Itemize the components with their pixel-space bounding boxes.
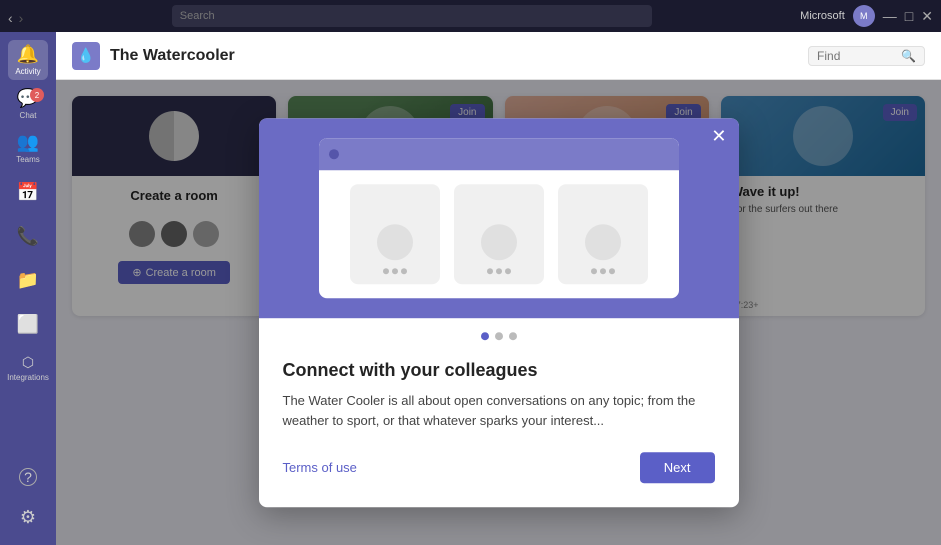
- sidebar-item-calls[interactable]: 📞: [8, 216, 48, 256]
- mini-card-circle-1: [377, 224, 413, 260]
- close-button[interactable]: ✕: [921, 8, 933, 25]
- channel-header: 💧 The Watercooler 🔍: [56, 32, 941, 80]
- modal-body: Connect with your colleagues The Water C…: [259, 350, 739, 508]
- find-input[interactable]: [817, 49, 897, 63]
- help-icon: ?: [19, 468, 37, 486]
- apps-icon: ⬜: [17, 314, 39, 335]
- title-bar: ‹ › Microsoft M — □ ✕: [0, 0, 941, 32]
- mini-card-dots-1: [383, 268, 407, 274]
- modal-mini-card-1: [350, 184, 440, 284]
- chat-label: Chat: [20, 111, 37, 120]
- pagination-dot-1: [481, 332, 489, 340]
- pagination-dots: [259, 318, 739, 350]
- search-icon: 🔍: [901, 49, 916, 63]
- activity-label: Activity: [15, 67, 40, 76]
- window-controls: ‹ ›: [8, 10, 23, 22]
- sidebar-item-calendar[interactable]: 📅: [8, 172, 48, 212]
- mini-card-dots-2: [487, 268, 511, 274]
- pagination-dot-3: [509, 332, 517, 340]
- integrations-icon: ⬡: [22, 354, 34, 371]
- sidebar: 🔔 Activity 💬 2 Chat 👥 Teams 📅 📞 📁 ⬜ ⬡ In…: [0, 32, 56, 545]
- mini-card-circle-2: [481, 224, 517, 260]
- modal-footer: Terms of use Next: [283, 452, 715, 483]
- sidebar-item-settings[interactable]: ⚙: [8, 497, 48, 537]
- teams-icon: 👥: [17, 132, 39, 153]
- channel-header-right: 🔍: [808, 46, 925, 66]
- calls-icon: 📞: [17, 226, 39, 247]
- integrations-label: Integrations: [7, 373, 49, 382]
- files-icon: 📁: [17, 270, 39, 291]
- sidebar-bottom: ? ⚙: [8, 457, 48, 537]
- main-content: 💧 The Watercooler 🔍 Create a room: [56, 32, 941, 545]
- channel-icon: 💧: [72, 42, 100, 70]
- next-button[interactable]: Next: [640, 452, 715, 483]
- mini-card-dots-3: [591, 268, 615, 274]
- back-button[interactable]: ‹: [8, 10, 13, 22]
- maximize-button[interactable]: □: [905, 8, 913, 24]
- channel-title: The Watercooler: [110, 47, 235, 65]
- sidebar-item-integrations[interactable]: ⬡ Integrations: [8, 348, 48, 388]
- modal-mini-card-2: [454, 184, 544, 284]
- minimize-button[interactable]: —: [883, 8, 897, 24]
- activity-icon: 🔔: [17, 44, 39, 65]
- title-bar-right: Microsoft M — □ ✕: [800, 5, 933, 27]
- app-container: 🔔 Activity 💬 2 Chat 👥 Teams 📅 📞 📁 ⬜ ⬡ In…: [0, 32, 941, 545]
- find-bar[interactable]: 🔍: [808, 46, 925, 66]
- teams-label: Teams: [16, 155, 40, 164]
- modal-dialog: ✕: [259, 118, 739, 508]
- calendar-icon: 📅: [17, 182, 39, 203]
- modal-close-button[interactable]: ✕: [711, 126, 726, 147]
- sidebar-item-teams[interactable]: 👥 Teams: [8, 128, 48, 168]
- sidebar-item-apps[interactable]: ⬜: [8, 304, 48, 344]
- chat-badge: 2: [30, 88, 44, 102]
- modal-mini-card-3: [558, 184, 648, 284]
- modal-illustration: ✕: [259, 118, 739, 318]
- cards-area: Create a room ⊕ Create a room: [56, 80, 941, 545]
- window-dot: [329, 149, 339, 159]
- pagination-dot-2: [495, 332, 503, 340]
- sidebar-item-help[interactable]: ?: [8, 457, 48, 497]
- title-bar-left: ‹ ›: [8, 10, 23, 22]
- forward-button[interactable]: ›: [19, 10, 24, 22]
- user-name: Microsoft: [800, 10, 845, 22]
- modal-description: The Water Cooler is all about open conve…: [283, 391, 715, 433]
- sidebar-item-chat[interactable]: 💬 2 Chat: [8, 84, 48, 124]
- search-input[interactable]: [172, 5, 652, 27]
- sidebar-item-files[interactable]: 📁: [8, 260, 48, 300]
- user-avatar: M: [853, 5, 875, 27]
- modal-title: Connect with your colleagues: [283, 360, 715, 381]
- settings-icon: ⚙: [20, 507, 36, 528]
- search-bar[interactable]: [172, 5, 652, 27]
- sidebar-item-activity[interactable]: 🔔 Activity: [8, 40, 48, 80]
- mini-card-circle-3: [585, 224, 621, 260]
- terms-of-use-link[interactable]: Terms of use: [283, 460, 357, 475]
